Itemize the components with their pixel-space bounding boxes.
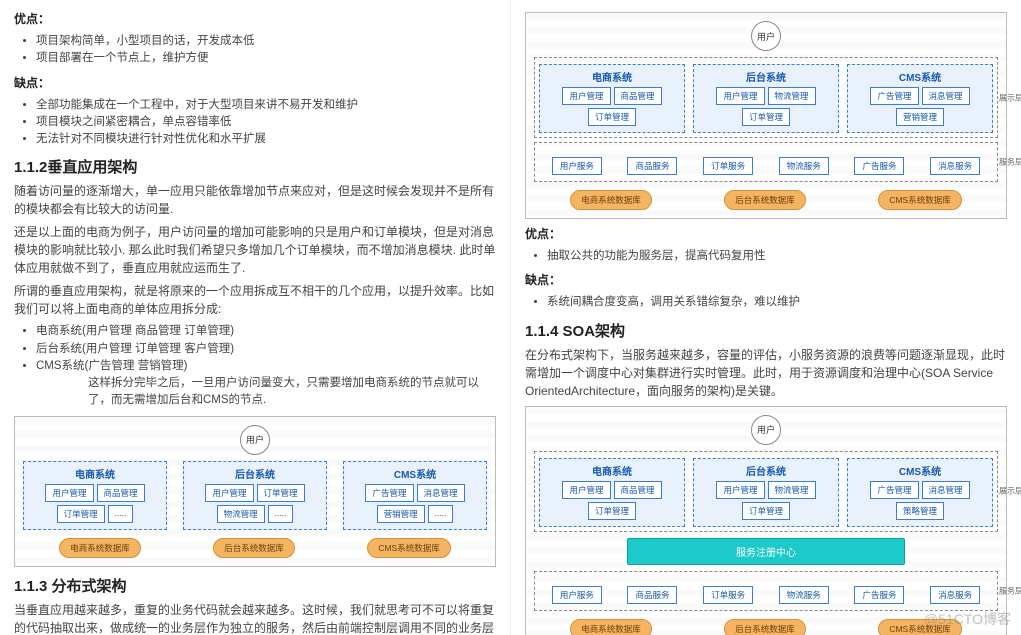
adv-list: 项目架构简单，小型项目的话，开发成本低 项目部署在一个节点上，维护方便 [36,33,496,68]
sys-box: 电商系统用户管理商品管理订单管理 [539,64,685,133]
para: 还是以上面的电商为例子，用户访问量的增加可能影响的只是用户和订单模块，但是对消息… [14,223,496,277]
dis-title: 缺点： [525,271,1007,289]
sys-box: 后台系统用户管理物流管理订单管理 [693,64,839,133]
dis-title: 缺点： [14,74,496,92]
db-label: 后台系统数据库 [213,538,295,558]
heading-113: 1.1.3 分布式架构 [14,575,496,596]
para: 所谓的垂直应用架构，就是将原来的一个应用拆成互不相干的几个应用，以提升效率。比如… [14,282,496,318]
adv-title: 优点： [14,10,496,28]
db-label: 后台系统数据库 [724,190,806,210]
para: 随着访问量的逐渐增大，单一应用只能依靠增加节点来应对，但是这时候会发现并不是所有… [14,182,496,218]
heading-114: 1.1.4 SOA架构 [525,320,1007,341]
para: 当垂直应用越来越多，重复的业务代码就会越来越多。这时候，我们就思考可不可以将重复… [14,601,496,635]
diagram-113: 用户 展示层 电商系统用户管理商品管理订单管理 后台系统用户管理物流管理订单管理… [525,12,1007,219]
dis-list: 全部功能集成在一个工程中，对于大型项目来讲不易开发和维护 项目模块之间紧密耦合，… [36,97,496,149]
split-list: 电商系统(用户管理 商品管理 订单管理) 后台系统(用户管理 订单管理 客户管理… [36,323,496,409]
db-label: 后台系统数据库 [724,619,806,635]
sys-box: CMS系统广告管理消息管理营销管理..... [343,461,487,530]
heading-112: 1.1.2垂直应用架构 [14,156,496,177]
db-label: 电商系统数据库 [570,190,652,210]
sys-box: 电商系统用户管理商品管理订单管理..... [23,461,167,530]
sys-box: CMS系统广告管理消息管理策略管理 [847,458,993,527]
user-icon: 用户 [240,425,270,455]
adv-title: 优点： [525,225,1007,243]
sys-box: 后台系统用户管理物流管理订单管理 [693,458,839,527]
sys-box: CMS系统广告管理消息管理营销管理 [847,64,993,133]
sys-box: 电商系统用户管理商品管理订单管理 [539,458,685,527]
db-label: CMS系统数据库 [367,538,450,558]
diagram-112: 用户 电商系统用户管理商品管理订单管理..... 后台系统用户管理订单管理物流管… [14,416,496,567]
user-icon: 用户 [751,415,781,445]
user-icon: 用户 [751,21,781,51]
sys-box: 后台系统用户管理订单管理物流管理..... [183,461,327,530]
para: 在分布式架构下，当服务越来越多，容量的评估，小服务资源的浪费等问题逐渐显现，此时… [525,346,1007,400]
diagram-114: 用户 展示层 电商系统用户管理商品管理订单管理 后台系统用户管理物流管理订单管理… [525,406,1007,635]
watermark: @51CTO博客 [924,609,1011,629]
db-label: CMS系统数据库 [878,190,961,210]
registry-center: 服务注册中心 [627,538,905,565]
db-label: 电商系统数据库 [570,619,652,635]
db-label: 电商系统数据库 [59,538,141,558]
